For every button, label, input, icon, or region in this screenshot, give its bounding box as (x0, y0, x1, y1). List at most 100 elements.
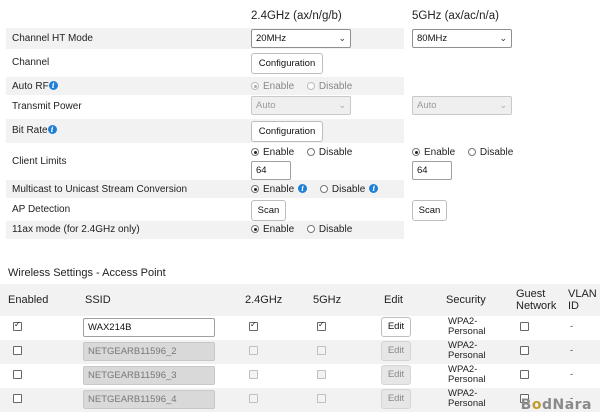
header-guest-network: Guest Network (516, 288, 556, 312)
band-24-checkbox[interactable] (249, 320, 258, 331)
mode-11ax-options: Enable Disable (251, 224, 362, 235)
ssid-input[interactable]: NETGEARB11596_3 (83, 366, 215, 385)
guest-network-checkbox[interactable] (520, 346, 529, 355)
mode-11ax-label: 11ax mode (for 2.4GHz only) (12, 224, 140, 235)
client-limits-24-options: Enable Disable (251, 147, 362, 158)
multicast-label: Multicast to Unicast Stream Conversion (12, 184, 188, 195)
client-limits-label: Client Limits (12, 156, 67, 167)
multicast-options: Enable i Disable i (251, 184, 379, 195)
band-5-checkbox[interactable] (317, 370, 326, 379)
column-header-5ghz: 5GHz (ax/ac/n/a) (412, 10, 499, 22)
multicast-disable-label: Disable (331, 184, 366, 195)
vlan-id-value: - (570, 321, 574, 332)
header-vlan-line1: VLAN (568, 288, 597, 300)
channel-configuration-button[interactable]: Configuration (251, 53, 323, 74)
guest-network-checkbox[interactable] (520, 370, 529, 379)
multicast-disable-radio[interactable] (319, 185, 328, 193)
auto-rf-enable-label: Enable (263, 81, 295, 92)
client-limits-24-enable-radio[interactable] (251, 148, 259, 156)
scan-24-button[interactable]: Scan (251, 200, 286, 221)
row-bit-rate (6, 119, 404, 143)
ssid-input[interactable]: NETGEARB11596_4 (83, 390, 215, 409)
column-header-24ghz: 2.4GHz (ax/n/g/b) (251, 10, 342, 22)
ap-detection-label: AP Detection (12, 204, 71, 215)
channel-label: Channel (12, 57, 50, 68)
bit-rate-label: Bit Rate (12, 125, 48, 136)
mode-11ax-enable-label: Enable (263, 224, 295, 235)
security-line2: Personal (448, 374, 486, 385)
band-5-checkbox[interactable] (317, 394, 326, 403)
security-line2: Personal (448, 326, 486, 337)
edit-button[interactable]: Edit (381, 389, 411, 409)
client-limits-24-disable-label: Disable (318, 147, 353, 158)
enabled-checkbox[interactable] (13, 394, 22, 403)
client-limits-24-disable-radio[interactable] (306, 148, 315, 156)
client-limits-5-input[interactable]: 64 (412, 161, 452, 180)
ssid-input[interactable]: NETGEARB11596_2 (83, 342, 215, 361)
client-limits-5-options: Enable Disable (412, 147, 523, 158)
header-ssid: SSID (85, 294, 111, 306)
enabled-checkbox[interactable] (13, 346, 22, 355)
ssid-input[interactable]: WAX214B (83, 318, 215, 337)
bit-rate-label-wrap: Bit Rate i (12, 125, 57, 136)
client-limits-24-enable-label: Enable (263, 147, 295, 158)
client-limits-24-input[interactable]: 64 (251, 161, 291, 180)
header-security: Security (446, 294, 486, 306)
band-24-checkbox[interactable] (249, 346, 258, 355)
security-line2: Personal (448, 398, 486, 409)
transmit-power-24-select[interactable]: Auto ⌄ (251, 96, 351, 115)
chevron-down-icon: ⌄ (338, 100, 346, 110)
mode-11ax-disable-radio[interactable] (306, 225, 315, 233)
auto-rf-label: Auto RF (12, 81, 49, 92)
security-cell: WPA2- Personal (448, 365, 486, 385)
info-icon[interactable]: i (369, 184, 379, 193)
transmit-power-5-select[interactable]: Auto ⌄ (412, 96, 512, 115)
edit-button[interactable]: Edit (381, 365, 411, 385)
info-icon[interactable]: i (47, 125, 57, 134)
client-limits-5-disable-label: Disable (479, 147, 514, 158)
channel-ht-mode-5-select[interactable]: 80MHz ⌄ (412, 29, 512, 48)
info-icon[interactable]: i (48, 81, 58, 90)
auto-rf-disable-label: Disable (318, 81, 353, 92)
guest-network-checkbox[interactable] (520, 322, 529, 331)
header-guest-line1: Guest (516, 288, 546, 300)
bit-rate-configuration-button[interactable]: Configuration (251, 121, 323, 142)
mode-11ax-enable-radio[interactable] (251, 225, 259, 233)
header-guest-line2: Network (516, 300, 557, 312)
mode-11ax-disable-label: Disable (318, 224, 353, 235)
chevron-down-icon: ⌄ (499, 33, 507, 43)
security-cell: WPA2- Personal (448, 341, 486, 361)
auto-rf-enable-radio[interactable] (251, 82, 259, 90)
header-vlan-id: VLAN ID (568, 288, 597, 312)
band-5-checkbox[interactable] (317, 346, 326, 355)
band-24-checkbox[interactable] (249, 370, 258, 379)
auto-rf-disable-radio[interactable] (306, 82, 315, 90)
enabled-checkbox[interactable] (13, 370, 22, 379)
chevron-down-icon: ⌄ (499, 100, 507, 110)
channel-ht-mode-24-select[interactable]: 20MHz ⌄ (251, 29, 351, 48)
section-title-wireless: Wireless Settings - Access Point (8, 267, 166, 279)
transmit-power-label: Transmit Power (12, 101, 82, 112)
scan-5-button[interactable]: Scan (412, 200, 447, 221)
edit-button[interactable]: Edit (381, 341, 411, 361)
info-icon[interactable]: i (298, 184, 308, 193)
header-enabled: Enabled (8, 294, 49, 306)
multicast-enable-radio[interactable] (251, 185, 259, 193)
band-5-checkbox[interactable] (317, 320, 326, 331)
auto-rf-options: Enable Disable (251, 81, 362, 92)
header-5ghz: 5GHz (313, 294, 342, 306)
client-limits-5-enable-radio[interactable] (412, 148, 420, 156)
header-edit: Edit (384, 294, 403, 306)
auto-rf-label-wrap: Auto RF i (12, 81, 58, 92)
watermark-logo: BodNara (520, 397, 592, 413)
security-cell: WPA2- Personal (448, 317, 486, 337)
header-vlan-line2: ID (568, 300, 579, 312)
edit-button[interactable]: Edit (381, 317, 411, 337)
enabled-checkbox[interactable] (13, 320, 22, 331)
multicast-enable-label: Enable (263, 184, 295, 195)
chevron-down-icon: ⌄ (338, 33, 346, 43)
security-cell: WPA2- Personal (448, 389, 486, 409)
channel-ht-mode-label: Channel HT Mode (12, 33, 93, 44)
client-limits-5-disable-radio[interactable] (467, 148, 476, 156)
band-24-checkbox[interactable] (249, 394, 258, 403)
